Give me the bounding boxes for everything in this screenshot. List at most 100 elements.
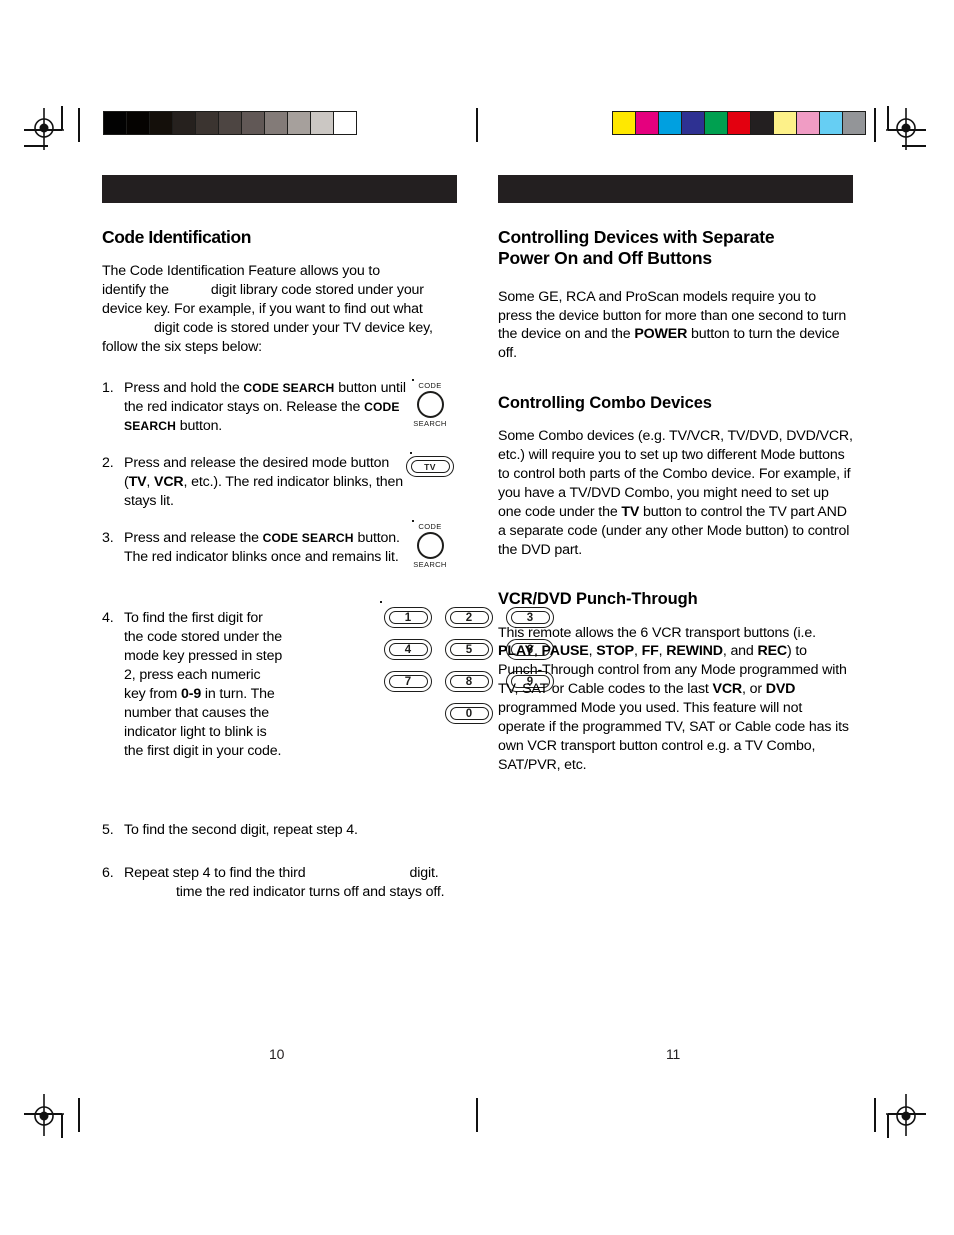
keypad-key-5[interactable]: 5 [445, 639, 493, 660]
keypad-key-label-7: 7 [388, 675, 428, 688]
punch-text-c: programmed Mode you used. This feature w… [498, 700, 849, 773]
heading-line-1: Controlling Devices with Separate [498, 227, 775, 247]
bold-vcr: VCR [712, 681, 743, 698]
punch-through-paragraph: This remote allows the 6 VCR transport b… [498, 624, 853, 775]
color-patch-6 [727, 112, 750, 134]
right-page-column: Controlling Devices with Separate Power … [498, 175, 853, 775]
tv-mode-button-icon[interactable]: TV [406, 456, 454, 477]
color-patch-1 [613, 112, 635, 134]
color-patch-10 [310, 112, 333, 134]
sep-6: , or [742, 681, 766, 698]
keypad-key-label-4: 4 [388, 643, 428, 656]
intro-line-3: device key. For example, if you want to … [102, 301, 423, 318]
color-patch-5 [704, 112, 727, 134]
sep-3: , [633, 643, 642, 660]
color-patch-11 [842, 112, 865, 134]
step-text-1: Press and hold the CODE SEARCH button un… [124, 379, 424, 436]
step-text-2: Press and release the desired mode butto… [124, 454, 409, 511]
step-3-text-a: Press and release the [124, 529, 263, 546]
code-search-button-art-step3[interactable]: CODE SEARCH [402, 520, 458, 569]
heading-line-2: Power On and Off Buttons [498, 248, 712, 269]
keypad-key-label-5: 5 [449, 643, 489, 656]
crop-tick-bottom-center [476, 1098, 478, 1132]
keypad-key-0[interactable]: 0 [445, 703, 493, 724]
step-text-6: Repeat step 4 to find the third digit. tim… [124, 864, 457, 902]
step-number-5: 5. [102, 821, 114, 838]
intro-line-1: The Code Identification Feature allows y… [102, 263, 380, 280]
step-3-caps-a: CODE SEARCH [262, 530, 354, 545]
step-text-5: To find the second digit, repeat step 4. [124, 821, 358, 838]
section-header-bar-left [102, 175, 457, 203]
keypad-key-label-1: 1 [388, 611, 428, 624]
keypad-key-8[interactable]: 8 [445, 671, 493, 692]
step-2-bold-vcr: VCR [154, 473, 184, 490]
tv-mode-button-art-step2[interactable]: TV [406, 452, 454, 477]
registration-target-icon-bottom-right [872, 1090, 928, 1146]
registration-target-icon-bottom-left [22, 1090, 78, 1146]
color-patch-7 [750, 112, 773, 134]
code-search-ring-icon [416, 391, 444, 418]
intro-line-2a: identify the [102, 282, 169, 299]
code-search-label-bottom: SEARCH [413, 560, 447, 569]
registration-target-icon-top-left [22, 98, 78, 154]
keypad-key-7[interactable]: 7 [384, 671, 432, 692]
step-number-6: 6. [102, 864, 114, 881]
crop-tick-bottom-left [78, 1098, 80, 1132]
step-number-4: 4. [102, 609, 114, 626]
keypad-key-4[interactable]: 4 [384, 639, 432, 660]
page-number-left: 10 [269, 1046, 285, 1062]
intro-paragraph: The Code Identification Feature allows y… [102, 262, 457, 356]
grayscale-step-wedge [103, 111, 357, 135]
intro-line-2b: digit library code stored under your [210, 282, 424, 299]
code-search-button-art-step1[interactable]: CODE SEARCH [402, 379, 458, 428]
page-number-right: 11 [666, 1046, 681, 1062]
separate-power-paragraph: Some GE, RCA and ProScan models require … [498, 288, 853, 364]
keypad-key-2[interactable]: 2 [445, 607, 493, 628]
section-header-bar-right [498, 175, 853, 203]
step-1-text-c: button. [175, 417, 223, 434]
color-patch-2 [126, 112, 149, 134]
color-patch-4 [172, 112, 195, 134]
color-patch-9 [287, 112, 310, 134]
page-title-controlling-devices: Controlling Devices with Separate Power … [498, 227, 853, 270]
step-1-text-a: Press and hold the [124, 379, 244, 396]
keypad-key-label-8: 8 [449, 675, 489, 688]
bold-play: PLAY [498, 643, 534, 660]
bold-rewind: REWIND [666, 643, 723, 660]
step-item-2: 2. Press and release the desired mode bu… [102, 454, 457, 512]
bold-rec: REC [757, 643, 787, 660]
code-search-button-icon[interactable]: CODE SEARCH [402, 522, 458, 569]
color-patch-8 [773, 112, 796, 134]
color-patch-10 [819, 112, 842, 134]
step-item-6: 6. Repeat step 4 to find the third digit.… [102, 864, 457, 902]
step-6-text-c: time the red indicator turns off and sta… [176, 883, 445, 900]
step-number-2: 2. [102, 454, 114, 471]
code-search-label-bottom: SEARCH [413, 419, 447, 428]
code-search-label-top: CODE [418, 522, 442, 531]
code-search-button-icon[interactable]: CODE SEARCH [402, 381, 458, 428]
keypad-key-1[interactable]: 1 [384, 607, 432, 628]
tv-button-label: TV [410, 460, 450, 473]
bold-stop: STOP [596, 643, 634, 660]
color-patch-9 [796, 112, 819, 134]
step-6-text-b: digit. [409, 864, 439, 881]
keypad-key-label-2: 2 [449, 611, 489, 624]
intro-line-4a: digit code is stored under your TV devic… [154, 319, 433, 336]
crop-tick-top-left [78, 108, 80, 142]
sep-5: , and [722, 643, 758, 660]
page-title-code-identification: Code Identification [102, 227, 251, 247]
process-color-bar [612, 111, 866, 135]
step-6-text-a: Repeat step 4 to find the third [124, 864, 306, 881]
color-patch-3 [149, 112, 172, 134]
crop-tick-top-right [874, 108, 876, 142]
combo-bold-tv: TV [621, 503, 640, 520]
color-patch-11 [333, 112, 356, 134]
intro-line-5: follow the six steps below: [102, 338, 262, 355]
color-patch-3 [658, 112, 681, 134]
step-2-text-b: , [146, 473, 155, 490]
indicator-dot-icon [410, 452, 412, 454]
color-patch-6 [218, 112, 241, 134]
punch-text-a: This remote allows the 6 VCR transport b… [498, 624, 816, 641]
code-search-label-top: CODE [418, 381, 442, 390]
step-text-4: To find the first digit for the code sto… [124, 609, 284, 762]
